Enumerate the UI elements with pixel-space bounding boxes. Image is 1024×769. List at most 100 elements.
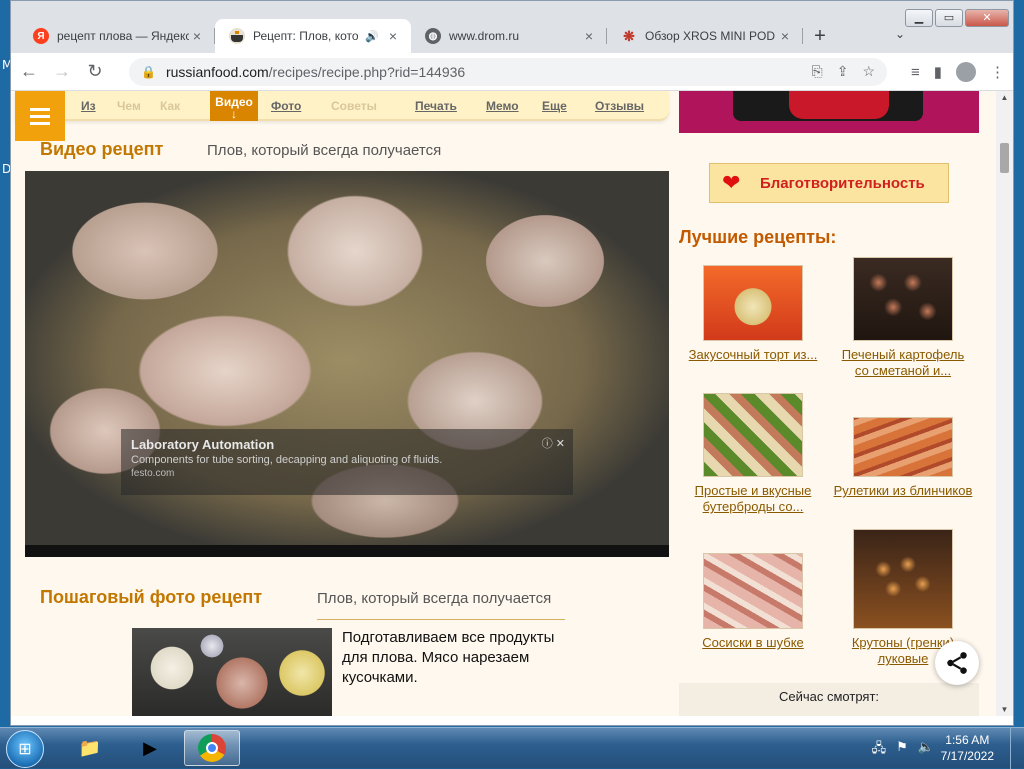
main-content: Из Чем Как Видео ↓ Фото Советы Печать Ме…	[15, 91, 665, 716]
yandex-favicon-icon: Я	[33, 28, 49, 44]
recipe-thumb[interactable]	[853, 417, 953, 477]
close-tab-icon[interactable]: ×	[385, 28, 401, 44]
subnav-iz[interactable]: Из	[81, 99, 96, 113]
media-control-icon[interactable]: ≡	[911, 64, 920, 81]
close-button[interactable]: ✕	[965, 9, 1009, 27]
step-text: Подготавливаем все продукты для плова. М…	[342, 628, 572, 688]
media-player-taskbar-icon[interactable]: ▶	[122, 730, 178, 766]
ad-description: Components for tube sorting, decapping a…	[131, 454, 563, 466]
clock-time: 1:56 AM	[941, 732, 994, 748]
bookmark-star-icon[interactable]: ☆	[862, 63, 875, 80]
photo-section-title: Пошаговый фото рецепт	[40, 587, 262, 608]
recipe-card[interactable]: Закусочный торт из...	[683, 265, 823, 363]
address-bar[interactable]: 🔒 russianfood.com /recipes/recipe.php?ri…	[129, 58, 887, 86]
ad-product	[789, 91, 889, 119]
subnav-video-active[interactable]: Видео ↓	[210, 91, 258, 121]
tab-search-button[interactable]: ⌄	[895, 27, 905, 41]
share-button[interactable]	[935, 641, 979, 685]
scrollbar-thumb[interactable]	[1000, 143, 1009, 173]
section-divider	[317, 619, 565, 620]
scroll-up-icon[interactable]: ▲	[996, 93, 1013, 102]
reload-icon[interactable]: ↻	[80, 57, 110, 87]
subnav-memo[interactable]: Мемо	[486, 99, 519, 113]
lock-icon[interactable]: 🔒	[141, 65, 156, 79]
step-photo[interactable]	[132, 628, 332, 716]
url-path: /recipes/recipe.php?rid=144936	[269, 64, 466, 80]
speaker-icon[interactable]: 🔊	[365, 30, 379, 43]
heart-hands-icon: ❤	[722, 172, 746, 194]
minimize-button[interactable]: ▁	[905, 9, 933, 27]
side-panel-icon[interactable]: ▮	[934, 63, 942, 81]
snowflake-icon: ❋	[621, 28, 637, 44]
page-scrollbar[interactable]: ▲ ▼	[996, 91, 1013, 716]
recipe-caption[interactable]: Простые и вкусные бутерброды со...	[683, 483, 823, 515]
tab-yandex[interactable]: Я рецепт плова — Яндекс ×	[19, 19, 215, 53]
show-desktop-button[interactable]	[1010, 728, 1024, 769]
ad-close-icon[interactable]: ⓘ ✕	[542, 435, 565, 451]
tab-strip: Я рецепт плова — Яндекс × Рецепт: Плов, …	[19, 19, 837, 53]
share-icon[interactable]: ⇪	[837, 63, 849, 80]
tab-drom[interactable]: ◍ www.drom.ru ×	[411, 19, 607, 53]
recipe-caption[interactable]: Рулетики из блинчиков	[833, 483, 973, 499]
scroll-down-icon[interactable]: ▼	[996, 705, 1013, 714]
video-player[interactable]: Laboratory Automation Components for tub…	[25, 171, 669, 557]
pot-icon	[229, 28, 245, 44]
maximize-button[interactable]: ▭	[935, 9, 963, 27]
subnav-chem[interactable]: Чем	[117, 99, 141, 113]
recipe-caption[interactable]: Закусочный торт из...	[683, 347, 823, 363]
recipe-thumb[interactable]	[703, 393, 803, 477]
volume-icon[interactable]: 🔈	[918, 739, 934, 761]
tab-recipe[interactable]: Рецепт: Плов, который 🔊 ×	[215, 19, 411, 53]
recipe-card[interactable]: Печеный картофель со сметаной и...	[833, 257, 973, 379]
title-bar: ▁ ▭ ✕ Я рецепт плова — Яндекс × Рецепт: …	[11, 1, 1013, 53]
toolbar-right: ≡ ▮ ⋮	[911, 53, 1005, 91]
subnav-kak[interactable]: Как	[160, 99, 180, 113]
tab-xros[interactable]: ❋ Обзор XROS MINI POD ×	[607, 19, 803, 53]
photo-section-subtitle: Плов, который всегда получается	[317, 590, 551, 607]
recipe-thumb[interactable]	[703, 265, 803, 341]
chrome-icon	[198, 734, 226, 762]
explorer-taskbar-icon[interactable]: 📁	[62, 730, 118, 766]
hamburger-menu-button[interactable]	[15, 91, 65, 141]
tab-title: рецепт плова — Яндекс	[57, 29, 189, 43]
back-icon[interactable]: ←	[14, 57, 44, 87]
url-host: russianfood.com	[166, 64, 269, 80]
recipe-card[interactable]: Сосиски в шубке	[683, 553, 823, 651]
recipe-card[interactable]: Простые и вкусные бутерброды со...	[683, 393, 823, 515]
start-button[interactable]: ⊞	[6, 730, 44, 768]
recipe-subnav: Из Чем Как Видео ↓ Фото Советы Печать Ме…	[15, 91, 669, 121]
tab-title: Обзор XROS MINI POD	[645, 29, 777, 43]
chrome-taskbar-icon[interactable]	[184, 730, 240, 766]
recipe-thumb[interactable]	[853, 529, 953, 629]
recipe-thumb[interactable]	[853, 257, 953, 341]
forward-icon[interactable]: →	[47, 57, 77, 87]
omnibox-icons: ⎘ ⇪ ☆	[812, 63, 876, 80]
clock[interactable]: 1:56 AM 7/17/2022	[941, 732, 994, 764]
recipe-caption[interactable]: Сосиски в шубке	[683, 635, 823, 651]
subnav-reviews[interactable]: Отзывы	[595, 99, 644, 113]
charity-button[interactable]: ❤ Благотворительность	[709, 163, 949, 203]
system-tray: 🖧 ⚑ 🔈	[872, 739, 934, 761]
avatar[interactable]	[956, 62, 976, 82]
arrow-down-icon: ↓	[210, 108, 258, 120]
best-recipes-title: Лучшие рецепты:	[679, 227, 836, 248]
subnav-photo[interactable]: Фото	[271, 99, 301, 113]
close-tab-icon[interactable]: ×	[189, 28, 205, 44]
recipe-caption[interactable]: Печеный картофель со сметаной и...	[833, 347, 973, 379]
subnav-print[interactable]: Печать	[415, 99, 457, 113]
recipe-card[interactable]: Рулетики из блинчиков	[833, 417, 973, 499]
translate-icon[interactable]: ⎘	[812, 63, 823, 80]
clock-date: 7/17/2022	[941, 748, 994, 764]
recipe-thumb[interactable]	[703, 553, 803, 629]
subnav-more[interactable]: Еще	[542, 99, 567, 113]
sidebar: ❤ Благотворительность Лучшие рецепты: За…	[679, 91, 979, 716]
new-tab-button[interactable]: +	[803, 19, 837, 53]
video-ad-overlay[interactable]: Laboratory Automation Components for tub…	[121, 429, 573, 495]
sidebar-ad-banner[interactable]	[679, 91, 979, 133]
close-tab-icon[interactable]: ×	[777, 28, 793, 44]
menu-icon[interactable]: ⋮	[990, 63, 1005, 81]
action-center-icon[interactable]: ⚑	[896, 739, 908, 761]
close-tab-icon[interactable]: ×	[581, 28, 597, 44]
network-icon[interactable]: 🖧	[872, 739, 887, 761]
subnav-tips[interactable]: Советы	[331, 99, 377, 113]
